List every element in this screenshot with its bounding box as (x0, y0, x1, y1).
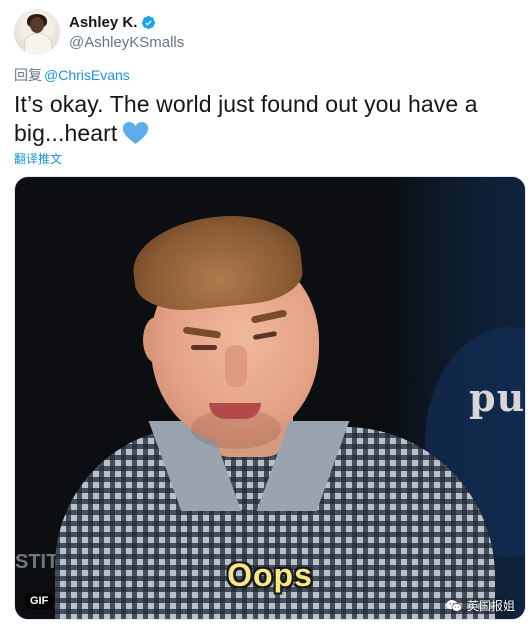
reply-mention-link[interactable]: @ChrisEvans (44, 67, 130, 83)
wechat-icon (446, 599, 462, 612)
tweet-header: Ashley K. @AshleyKSmalls (14, 9, 184, 55)
tweet-text-content: It’s okay. The world just found out you … (14, 91, 478, 146)
avatar[interactable] (14, 9, 60, 55)
person-mouth (209, 403, 261, 419)
verified-badge-icon (142, 15, 156, 29)
watermark-text: 英国报姐 (466, 599, 515, 613)
reply-prefix: 回复 (14, 67, 42, 83)
person-nose (225, 345, 247, 387)
user-handle[interactable]: @AshleyKSmalls (69, 34, 184, 51)
media-background-text: pu (469, 375, 526, 420)
reply-context: 回复 @ChrisEvans (14, 65, 130, 85)
gif-subtitle: Oops (227, 557, 313, 593)
tweet-media-gif[interactable]: pu STIT Oops GIF 英国报姐 (14, 176, 526, 620)
name-row: Ashley K. (69, 14, 184, 31)
tweet-text: It’s okay. The world just found out you … (14, 90, 514, 148)
avatar-head (30, 17, 44, 33)
person-eye-left (191, 345, 217, 350)
display-name[interactable]: Ashley K. (69, 14, 137, 31)
gif-badge: GIF (25, 593, 54, 609)
user-info: Ashley K. @AshleyKSmalls (69, 14, 184, 51)
watermark: 英国报姐 (445, 597, 515, 614)
blue-heart-icon (123, 122, 149, 144)
translate-tweet-link[interactable]: 翻译推文 (14, 150, 62, 167)
avatar-body (24, 33, 52, 55)
